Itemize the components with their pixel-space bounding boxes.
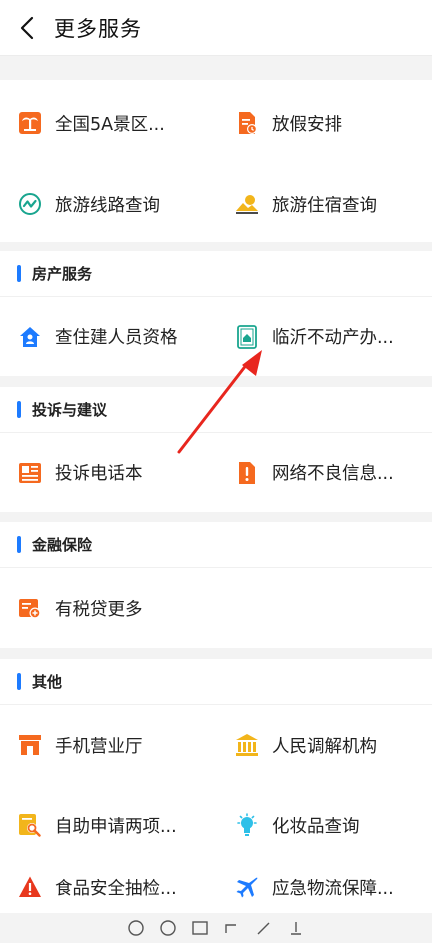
bulb-icon [237,813,257,836]
alert-document-icon [239,461,255,484]
chevron-left-icon [20,16,34,39]
service-label: 全国5A景区... [55,114,165,135]
service-complaint-phonebook[interactable]: 投诉电话本 [0,433,216,512]
section-accent-bar [17,265,21,282]
service-linyi-real-estate[interactable]: 临沂不动产办... [216,297,432,376]
service-label: 人民调解机构 [272,736,377,757]
service-label: 化妆品查询 [272,816,360,837]
newspaper-icon [19,462,41,483]
airplane-icon [236,877,258,898]
complaint-services-card: 投诉与建议 投诉电话本 网络不良信息... [0,387,432,512]
service-emergency-logistics[interactable]: 应急物流保障... [216,865,432,900]
document-search-icon [19,814,41,837]
service-label: 查住建人员资格 [55,328,178,348]
bottom-toolbar [0,913,432,943]
housing-services-card: 房产服务 查住建人员资格 临沂不动产办... [0,251,432,376]
info-icon[interactable] [127,919,145,937]
store-icon [19,735,41,755]
service-label: 自助申请两项... [55,816,177,837]
service-label: 投诉电话本 [55,464,143,484]
service-label: 应急物流保障... [272,879,394,899]
section-header: 其他 [0,659,432,705]
section-header: 投诉与建议 [0,387,432,433]
section-accent-bar [17,401,21,418]
document-clock-icon [239,112,257,134]
loan-icon [19,599,41,619]
service-travel-lodging[interactable]: 旅游住宿查询 [216,166,432,242]
route-icon [19,193,41,215]
service-label: 网络不良信息... [272,464,394,484]
sun-hill-icon [236,195,258,214]
service-cosmetics-query[interactable]: 化妆品查询 [216,785,432,865]
house-person-icon [20,326,40,347]
service-holiday-schedule[interactable]: 放假安排 [216,80,432,166]
warning-icon [19,876,41,897]
page-title: 更多服务 [54,16,142,41]
service-self-apply[interactable]: 自助申请两项... [0,785,216,865]
section-header: 金融保险 [0,522,432,568]
service-5a-scenic[interactable]: 全国5A景区... [0,80,216,166]
service-label: 旅游住宿查询 [272,195,377,216]
finance-services-card: 金融保险 有税贷更多 [0,522,432,648]
service-travel-route[interactable]: 旅游线路查询 [0,166,216,242]
service-label: 放假安排 [272,114,342,135]
service-tax-loan[interactable]: 有税贷更多 [0,568,219,648]
section-accent-bar [17,536,21,553]
service-mediation-agency[interactable]: 人民调解机构 [216,705,432,785]
section-title: 其他 [32,673,63,691]
service-bad-info-report[interactable]: 网络不良信息... [216,433,432,512]
clock-icon[interactable] [159,919,177,937]
other-services-card: 其他 手机营业厅 人民调解机构 自助申请两项... 化妆品查询 食品安全抽检..… [0,659,432,913]
service-label: 临沂不动产办... [272,328,394,348]
service-label: 手机营业厅 [55,736,143,757]
download-icon[interactable] [287,919,305,937]
service-mobile-hall[interactable]: 手机营业厅 [0,705,216,785]
service-label: 有税贷更多 [55,599,143,620]
section-title: 投诉与建议 [32,401,108,419]
section-header: 房产服务 [0,251,432,297]
property-card-icon [237,324,257,349]
top-bar: 更多服务 [0,0,432,56]
image-icon[interactable] [191,919,209,937]
travel-services-card: 全国5A景区... 放假安排 旅游线路查询 旅游住宿查询 [0,80,432,242]
service-label: 食品安全抽检... [55,879,177,899]
section-accent-bar [17,673,21,690]
service-builder-qualification[interactable]: 查住建人员资格 [0,297,216,376]
back-button[interactable] [0,0,54,56]
service-label: 旅游线路查询 [55,195,160,216]
section-title: 房产服务 [32,265,93,283]
share-icon[interactable] [223,919,241,937]
pen-icon[interactable] [255,919,273,937]
service-food-safety[interactable]: 食品安全抽检... [0,865,216,900]
institution-icon [236,734,258,756]
palm-tree-icon [19,112,41,134]
section-title: 金融保险 [32,536,93,554]
